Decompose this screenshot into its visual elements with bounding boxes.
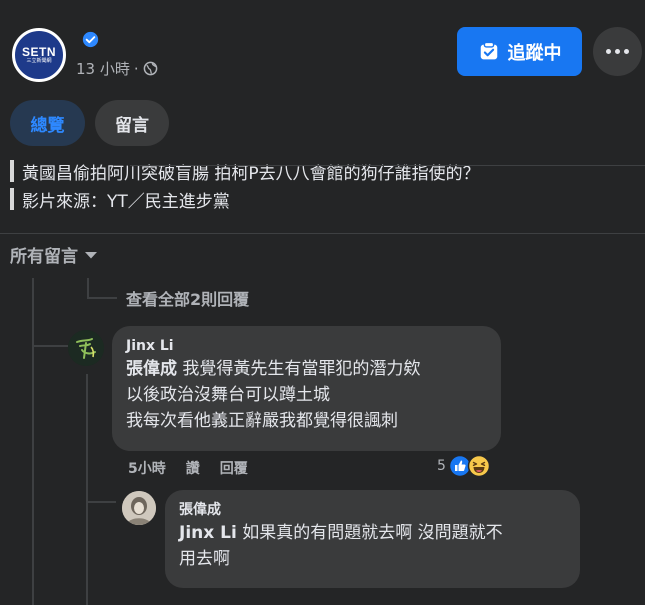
user-avatar-image-icon (68, 330, 104, 366)
comment-time[interactable]: 5小時 (128, 458, 166, 478)
avatar[interactable] (122, 491, 156, 525)
quote-bar (10, 160, 14, 182)
divider (0, 233, 645, 234)
caret-down-icon (85, 251, 97, 258)
verified-badge-icon (82, 31, 99, 48)
thread-line (86, 501, 116, 503)
comment-author[interactable]: Jinx Li (126, 336, 487, 356)
reaction-count: 5 (437, 458, 446, 474)
tab-comments[interactable]: 留言 (95, 100, 169, 146)
post-text-line: 黃國昌偷拍阿川突破盲腸 拍柯P去八八會館的狗仔誰指使的？ (10, 158, 480, 184)
reaction-summary[interactable]: 5 (437, 454, 491, 478)
thread-line (32, 345, 68, 347)
comment-bubble: Jinx Li 張偉成 我覺得黃先生有當罪犯的潛力欸 以後政治沒舞台可以蹲土城 … (112, 326, 501, 451)
comment-author[interactable]: 張偉成 (179, 500, 566, 520)
comment-line: 我覺得黃先生有當罪犯的潛力欸 (182, 359, 421, 379)
thread-line (32, 278, 34, 605)
mention-link[interactable]: Jinx Li (179, 523, 237, 543)
more-options-button[interactable] (593, 27, 642, 76)
post-text: 影片來源：YT／民主進步黨 (22, 191, 230, 212)
post-time[interactable]: 13 小時 (76, 58, 130, 79)
meta-separator: · (133, 59, 139, 78)
divider (130, 165, 645, 166)
view-replies-link[interactable]: 查看全部2則回覆 (126, 286, 249, 310)
quote-bar (10, 188, 14, 210)
thread-line (86, 374, 88, 605)
post-text-line: 影片來源：YT／民主進步黨 (10, 186, 230, 212)
sort-label: 所有留言 (10, 247, 78, 267)
page-avatar[interactable]: SETN 三立新聞網 (12, 28, 66, 82)
following-label: 追蹤中 (507, 42, 562, 64)
comment-sort-dropdown[interactable]: 所有留言 (10, 242, 98, 267)
avatar[interactable] (68, 330, 104, 366)
thread-line (87, 278, 89, 298)
mention-link[interactable]: 張偉成 (126, 359, 177, 379)
page-logo-text: SETN (21, 44, 56, 59)
more-dot-icon (624, 49, 629, 54)
comment-line: 如果真的有問題就去啊 沒問題就不 (242, 523, 503, 543)
tab-overview[interactable]: 總覽 (10, 100, 85, 146)
more-dot-icon (615, 49, 620, 54)
comment-actions: 5小時 讚 回覆 (128, 458, 248, 478)
comment-line: 用去啊 (179, 549, 230, 569)
more-dot-icon (606, 49, 611, 54)
post-text: 黃國昌偷拍阿川突破盲腸 拍柯P去八八會館的狗仔誰指使的？ (22, 163, 480, 184)
comment-text: Jinx Li 如果真的有問題就去啊 沒問題就不 (179, 520, 566, 546)
like-button[interactable]: 讚 (186, 458, 200, 478)
reply-button[interactable]: 回覆 (220, 458, 248, 478)
page-logo-subtext: 三立新聞網 (26, 57, 52, 64)
comment-line: 以後政治沒舞台可以蹲土城 (126, 385, 330, 405)
haha-reaction-icon (467, 454, 491, 478)
user-avatar-image-icon (122, 491, 156, 525)
comment-bubble: 張偉成 Jinx Li 如果真的有問題就去啊 沒問題就不 用去啊 (165, 490, 580, 588)
thread-line (87, 297, 117, 299)
comment-text: 張偉成 我覺得黃先生有當罪犯的潛力欸 (126, 356, 487, 382)
following-check-icon (480, 41, 497, 59)
comment-line: 我每次看他義正辭嚴我都覺得很諷刺 (126, 411, 398, 431)
globe-icon (143, 61, 157, 76)
following-button[interactable]: 追蹤中 (457, 27, 582, 76)
post-meta: 13 小時 · (76, 58, 158, 79)
